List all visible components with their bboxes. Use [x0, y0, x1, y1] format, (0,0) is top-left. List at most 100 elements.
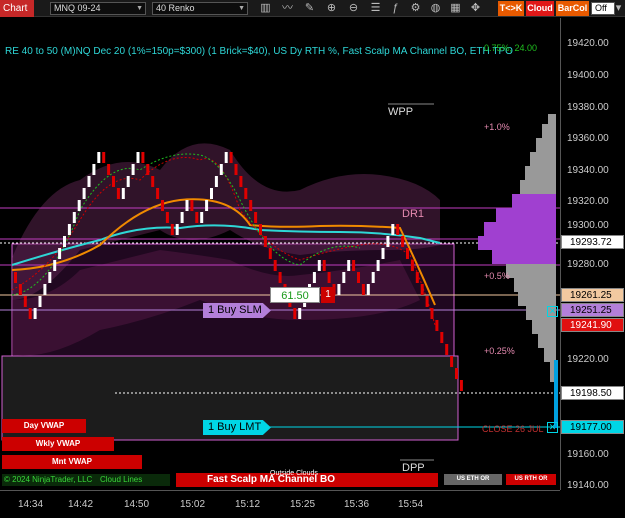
price-tick: 19300.00 — [567, 220, 609, 231]
up-brick — [175, 224, 179, 235]
zoom-out-icon[interactable]: ⊖ — [346, 1, 361, 16]
up-brick — [38, 296, 42, 307]
down-brick — [425, 296, 429, 307]
price-tick: 19400.00 — [567, 70, 609, 81]
close-order-icon[interactable]: ✕ — [547, 306, 558, 317]
cloud-button[interactable]: Cloud — [526, 1, 554, 16]
price-tick: 19320.00 — [567, 196, 609, 207]
down-brick — [327, 272, 331, 283]
down-brick — [102, 152, 106, 163]
price-badge-last: 19198.50 — [561, 386, 624, 400]
chart-tab[interactable]: Chart — [0, 0, 34, 17]
down-brick — [259, 224, 262, 235]
down-brick — [239, 176, 243, 187]
time-tick: 15:12 — [235, 499, 261, 510]
down-brick — [161, 200, 164, 211]
price-tick: 19140.00 — [567, 480, 609, 491]
time-tick: 15:02 — [180, 499, 206, 510]
order-price-box[interactable]: 61.50 — [270, 287, 320, 303]
down-brick — [278, 272, 282, 283]
down-brick — [107, 164, 111, 175]
time-tick: 14:34 — [18, 499, 44, 510]
up-brick — [126, 176, 130, 187]
chevron-down-icon: ▼ — [136, 5, 143, 12]
up-brick — [67, 224, 71, 235]
order-qty-box[interactable]: 1 — [321, 287, 335, 303]
up-brick — [381, 248, 385, 259]
down-brick — [406, 248, 409, 259]
barcol-button[interactable]: BarCol — [556, 1, 589, 16]
down-brick — [357, 272, 360, 283]
bar-style-icon[interactable]: ▥ — [258, 1, 273, 16]
down-brick — [263, 236, 267, 247]
zoom-in-icon[interactable]: ⊕ — [324, 1, 339, 16]
strategies-icon[interactable]: ƒ — [388, 1, 403, 16]
up-brick — [337, 284, 341, 295]
up-brick — [180, 212, 184, 223]
up-brick — [63, 236, 66, 247]
down-brick — [229, 152, 233, 163]
close-order-icon[interactable]: ✕ — [547, 422, 558, 433]
up-brick — [219, 164, 223, 175]
up-brick — [185, 200, 189, 211]
down-brick — [415, 272, 419, 283]
up-brick — [58, 248, 62, 259]
cloud-lines-label: Cloud Lines — [100, 475, 143, 484]
price-badge-buy-slm: 19251.25 — [561, 303, 624, 317]
line-style-icon[interactable]: 〰 — [280, 1, 295, 16]
up-brick — [33, 308, 37, 319]
us-rth-or-button[interactable]: US RTH OR — [506, 474, 556, 485]
up-brick — [312, 272, 316, 283]
tk-button[interactable]: T<>K — [498, 1, 524, 16]
overlap-label: 0.75%, 24.00 — [484, 43, 538, 53]
time-tick: 14:42 — [68, 499, 94, 510]
properties-icon[interactable]: ☰ — [368, 1, 383, 16]
up-brick — [391, 224, 395, 235]
price-tick: 19160.00 — [567, 449, 609, 460]
down-brick — [459, 380, 463, 391]
down-brick — [401, 236, 405, 247]
close-label: CLOSE 26 JUL — [482, 424, 544, 434]
down-brick — [195, 212, 199, 223]
down-brick — [430, 308, 434, 319]
up-brick — [72, 212, 76, 223]
chevron-down-icon[interactable]: ▾ — [612, 1, 625, 16]
down-brick — [420, 284, 424, 295]
down-brick — [455, 368, 458, 379]
down-brick — [293, 308, 297, 319]
price-tick: 19280.00 — [567, 259, 609, 270]
price-tick: 19380.00 — [567, 102, 609, 113]
chart-plot-area[interactable]: RE 40 to 50 (M)NQ Dec 20 (1%=150p=$300) … — [0, 18, 560, 490]
up-brick — [131, 164, 135, 175]
wpp-label: WPP — [388, 106, 414, 118]
up-brick — [366, 284, 370, 295]
down-brick — [445, 344, 449, 355]
up-brick — [82, 188, 86, 199]
down-brick — [18, 284, 22, 295]
time-axis[interactable]: 14:34 14:42 14:50 15:02 15:12 15:25 15:3… — [0, 490, 560, 518]
time-tick: 15:36 — [344, 499, 370, 510]
down-brick — [249, 200, 253, 211]
down-brick — [440, 332, 444, 343]
up-brick — [224, 152, 228, 163]
up-brick — [87, 176, 91, 187]
tools-icon[interactable]: ✥ — [468, 1, 483, 16]
indicators-icon[interactable]: ⚙ — [408, 1, 423, 16]
calendar-icon[interactable]: ▦ — [448, 1, 463, 16]
buy-slm-order[interactable]: 1 Buy SLM — [203, 303, 271, 318]
dr1-label: DR1 — [402, 208, 425, 220]
time-tick: 15:54 — [398, 499, 424, 510]
buy-lmt-order[interactable]: 1 Buy LMT — [203, 420, 271, 435]
down-brick — [322, 260, 326, 271]
down-brick — [410, 260, 414, 271]
instrument-selector[interactable]: MNQ 09-24 ▼ — [50, 2, 146, 15]
bar-type-selector[interactable]: 40 Renko ▼ — [152, 2, 248, 15]
price-tick: 19220.00 — [567, 354, 609, 365]
share-icon[interactable]: ◍ — [428, 1, 443, 16]
draw-icon[interactable]: ✎ — [302, 1, 317, 16]
pct-label-1: +1.0% — [484, 122, 510, 132]
time-tick: 14:50 — [124, 499, 150, 510]
us-eth-or-button[interactable]: US ETH OR — [444, 474, 502, 485]
down-brick — [234, 164, 238, 175]
instrument-value: MNQ 09-24 — [54, 3, 101, 13]
